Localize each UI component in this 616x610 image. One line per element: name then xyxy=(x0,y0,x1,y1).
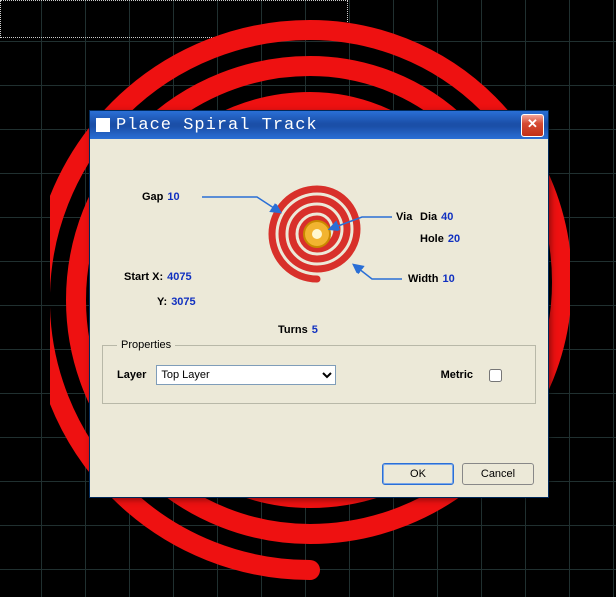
startx-value: 4075 xyxy=(167,271,191,283)
properties-legend: Properties xyxy=(117,339,175,351)
close-icon: ✕ xyxy=(527,116,538,131)
selection-marquee xyxy=(0,0,348,38)
layer-label: Layer xyxy=(117,369,146,381)
dia-label: Dia40 xyxy=(420,211,453,223)
turns-value: 5 xyxy=(312,324,318,336)
gap-value: 10 xyxy=(167,191,179,203)
starty-label: Y:3075 xyxy=(157,296,196,308)
turns-label: Turns5 xyxy=(278,324,318,336)
dia-value: 40 xyxy=(441,211,453,223)
via-label: Via xyxy=(396,211,412,223)
layer-select[interactable]: Top Layer xyxy=(156,365,336,385)
spiral-diagram: Gap10 Start X:4075 Y:3075 Turns5 Via Dia… xyxy=(102,149,536,339)
titlebar[interactable]: Place Spiral Track ✕ xyxy=(90,111,548,139)
leader-lines xyxy=(102,149,536,339)
starty-value: 3075 xyxy=(171,296,195,308)
hole-label: Hole20 xyxy=(420,233,460,245)
gap-label: Gap10 xyxy=(142,191,180,203)
startx-label: Start X:4075 xyxy=(124,271,192,283)
dialog-title: Place Spiral Track xyxy=(116,116,521,135)
hole-value: 20 xyxy=(448,233,460,245)
metric-label: Metric xyxy=(441,369,473,381)
cancel-button[interactable]: Cancel xyxy=(462,463,534,485)
width-label: Width10 xyxy=(408,273,455,285)
dialog-buttons: OK Cancel xyxy=(382,463,534,485)
close-button[interactable]: ✕ xyxy=(521,114,544,137)
place-spiral-track-dialog: Place Spiral Track ✕ xyxy=(89,110,549,498)
metric-checkbox[interactable] xyxy=(489,369,502,382)
width-value: 10 xyxy=(442,273,454,285)
dialog-content: Gap10 Start X:4075 Y:3075 Turns5 Via Dia… xyxy=(90,139,548,497)
system-icon xyxy=(96,118,110,132)
ok-button[interactable]: OK xyxy=(382,463,454,485)
properties-group: Properties Layer Top Layer Metric xyxy=(102,339,536,404)
